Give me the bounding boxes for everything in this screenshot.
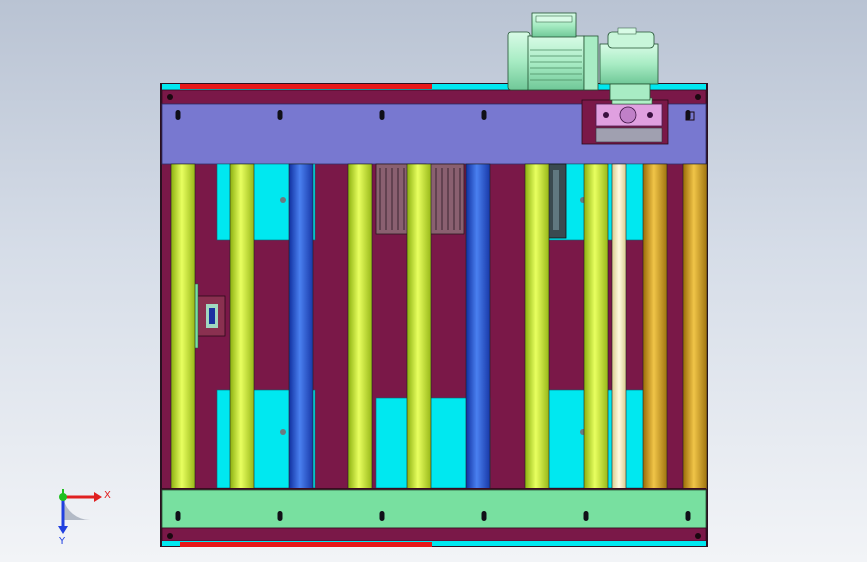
bottom-red-rail — [180, 542, 432, 547]
mounting-slot — [277, 511, 283, 521]
roller-gold[interactable] — [642, 163, 668, 490]
mounting-slot — [583, 511, 589, 521]
motor-flange — [583, 35, 599, 91]
roller-gold[interactable] — [682, 163, 708, 490]
drive-motor[interactable] — [507, 12, 659, 101]
conveyor-assembly[interactable] — [160, 83, 708, 547]
coupling-bolt — [603, 112, 609, 118]
bottom-plate[interactable] — [161, 489, 707, 529]
roller-cream[interactable] — [611, 163, 627, 490]
y-axis-label: Y — [58, 536, 66, 547]
mounting-slot — [685, 511, 691, 521]
roller-lime[interactable] — [524, 163, 550, 490]
x-axis-arrowhead — [94, 492, 102, 502]
roller-blue[interactable] — [465, 163, 491, 490]
mounting-slot — [175, 511, 181, 521]
roller-lime[interactable] — [170, 163, 196, 490]
coupling-hub-icon — [619, 106, 637, 124]
mounting-slot — [175, 110, 181, 120]
coordinate-triad[interactable]: X Y — [58, 489, 111, 547]
y-axis-arrowhead — [58, 526, 68, 534]
coupling-bolt — [647, 112, 653, 118]
coupling-gear — [595, 127, 663, 143]
sensor-icon — [209, 308, 215, 324]
gearbox-body — [599, 43, 659, 85]
chain-wheel-highlight — [553, 170, 559, 230]
motor-fan-cover — [507, 31, 531, 91]
top-red-rail — [180, 84, 432, 89]
bottom-frame-beam — [161, 527, 707, 542]
mounting-slot — [379, 110, 385, 120]
cad-viewport[interactable]: X Y — [0, 0, 867, 562]
mounting-slot — [481, 511, 487, 521]
bolt-hole — [280, 197, 286, 203]
mounting-slot — [481, 110, 487, 120]
triad-shadow — [63, 498, 90, 520]
sprocket-right — [429, 163, 465, 235]
gearbox-top — [607, 31, 655, 49]
roller-lime[interactable] — [583, 163, 609, 490]
mounting-slot — [277, 110, 283, 120]
motor-body — [527, 35, 585, 91]
roller-lime[interactable] — [406, 163, 432, 490]
terminal-box-lid — [535, 15, 573, 23]
gearbox-output — [609, 83, 651, 101]
bolt-hole — [280, 429, 286, 435]
roller-lime[interactable] — [347, 163, 373, 490]
roller-lime[interactable] — [229, 163, 255, 490]
chain-wheel[interactable] — [547, 163, 567, 239]
gearbox-vent — [617, 27, 637, 35]
roller-blue[interactable] — [288, 163, 314, 490]
mounting-slot — [379, 511, 385, 521]
x-axis-label: X — [104, 490, 111, 501]
